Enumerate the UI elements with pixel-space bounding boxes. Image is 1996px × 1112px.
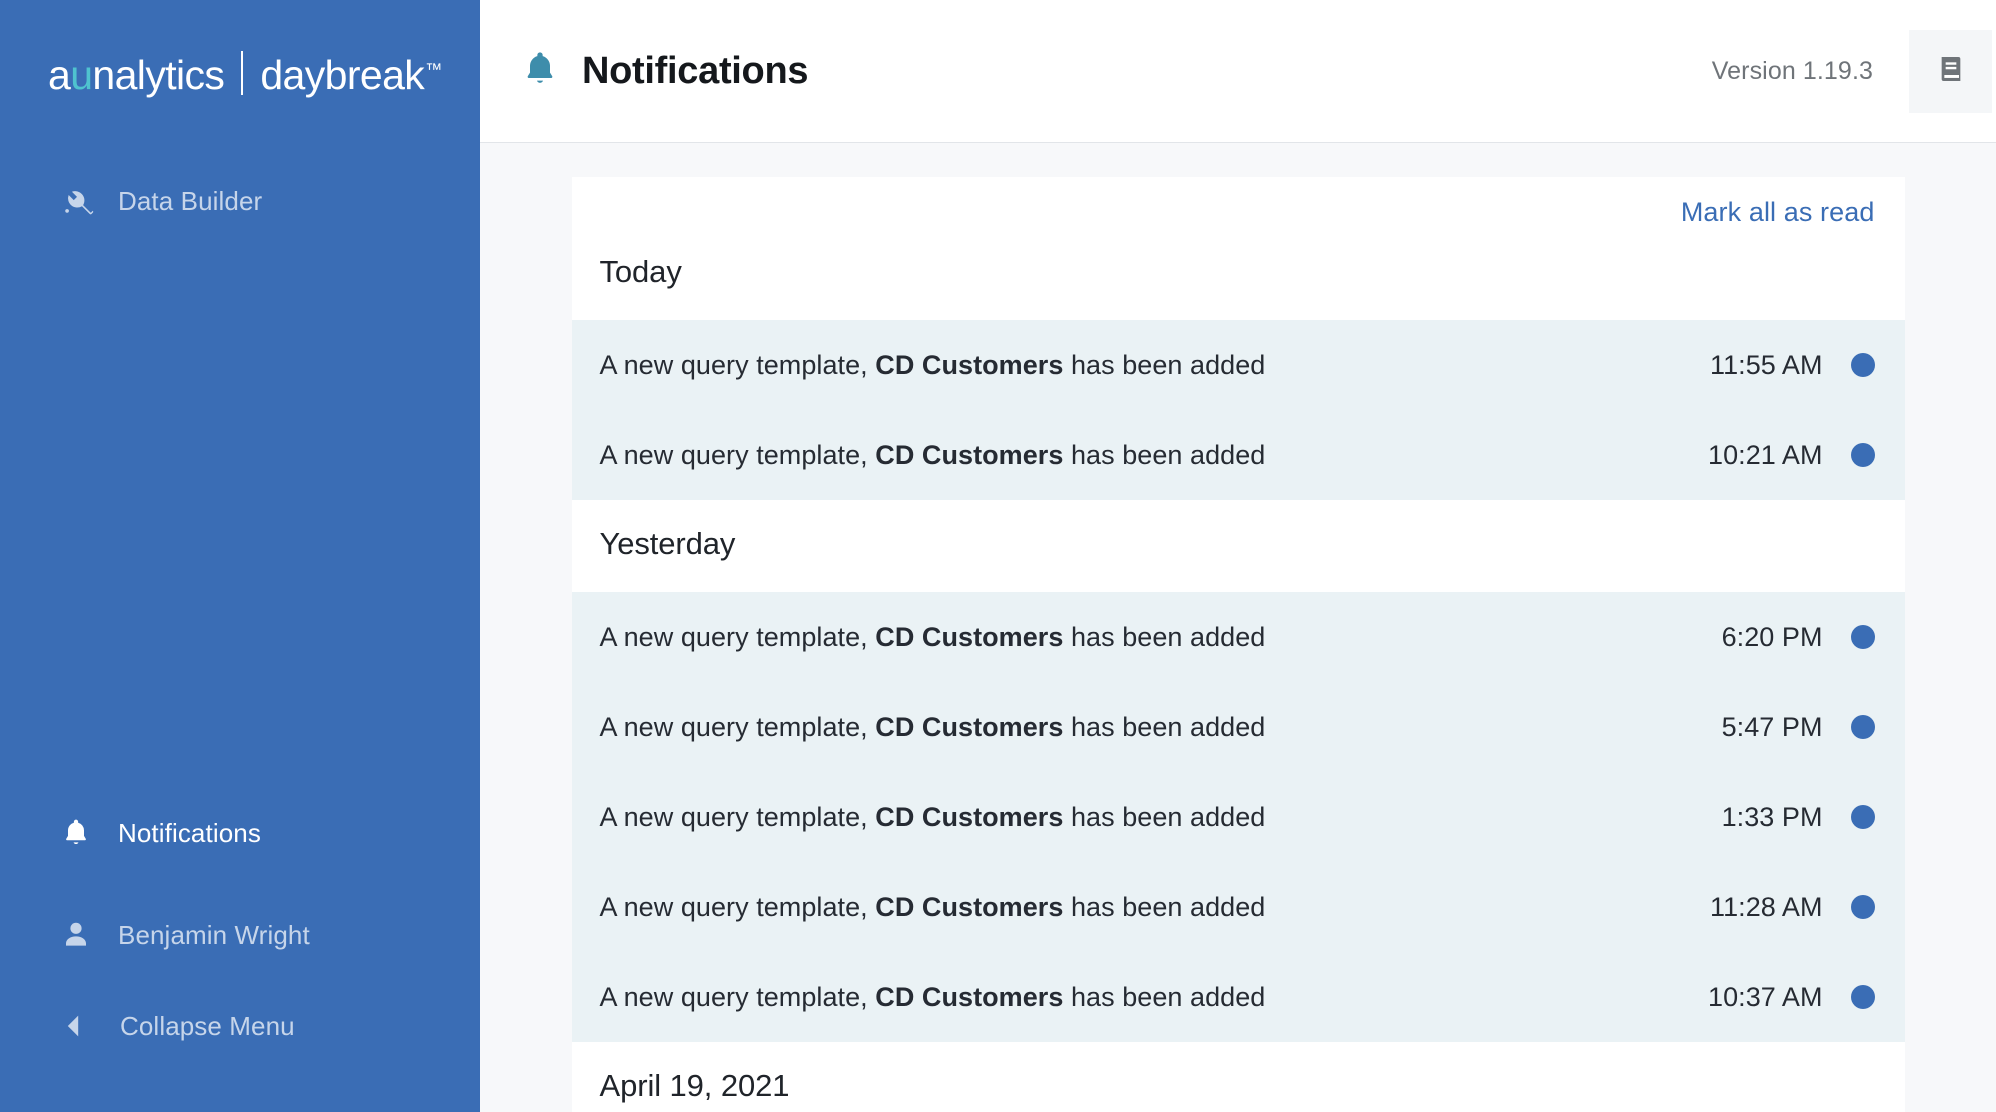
sidebar-item-label: Notifications	[118, 817, 261, 848]
brand-u: u	[70, 51, 93, 98]
sidebar-nav-bottom: Notifications Benjamin Wright Collapse M…	[0, 782, 480, 1066]
book-icon	[1935, 52, 1967, 91]
notification-time: 6:20 PM	[1721, 621, 1823, 652]
notification-message-suffix: has been added	[1063, 439, 1266, 470]
notifications-card: Mark all as read Today A new query templ…	[571, 177, 1905, 1112]
unread-indicator-dot[interactable]	[1850, 895, 1875, 919]
notification-row-meta: 10:37 AM	[1708, 981, 1875, 1013]
notification-message-prefix: A new query template,	[599, 801, 876, 832]
notification-message-prefix: A new query template,	[599, 621, 876, 652]
notification-time: 11:28 AM	[1710, 891, 1823, 922]
notification-message-prefix: A new query template,	[599, 439, 876, 470]
sidebar-nav-top: Data Builder	[0, 165, 480, 237]
notifications-card-header: Mark all as read	[571, 177, 1905, 228]
notification-message-emphasis: CD Customers	[875, 349, 1064, 380]
user-icon	[60, 918, 100, 952]
notification-message-prefix: A new query template,	[599, 981, 876, 1012]
notification-message: A new query template, CD Customers has b…	[600, 802, 1266, 833]
notification-row[interactable]: A new query template, CD Customers has b…	[571, 862, 1905, 952]
documentation-button[interactable]	[1909, 29, 1992, 113]
notification-row-meta: 1:33 PM	[1722, 802, 1875, 833]
notification-time: 10:21 AM	[1708, 439, 1823, 470]
notification-time: 11:55 AM	[1710, 349, 1823, 380]
notification-row[interactable]: A new query template, CD Customers has b…	[571, 592, 1905, 682]
page-title: Notifications	[582, 49, 809, 92]
sidebar-item-label: Collapse Menu	[120, 1010, 295, 1041]
notification-message-suffix: has been added	[1063, 711, 1266, 742]
bell-icon	[520, 48, 560, 95]
brand-nalytics: nalytics	[92, 51, 225, 98]
wrench-icon	[60, 184, 100, 218]
notification-time: 10:37 AM	[1708, 981, 1823, 1012]
notification-row[interactable]: A new query template, CD Customers has b…	[571, 320, 1905, 410]
notification-time: 5:47 PM	[1721, 711, 1823, 742]
content-area: Mark all as read Today A new query templ…	[480, 143, 1996, 1112]
sidebar: a u nalytics daybreak ™ Data Builder Not…	[0, 0, 480, 1112]
bell-icon	[60, 816, 100, 850]
app-root: a u nalytics daybreak ™ Data Builder Not…	[0, 0, 1996, 1112]
notification-message: A new query template, CD Customers has b…	[600, 622, 1266, 653]
notification-row-meta: 10:21 AM	[1708, 439, 1875, 471]
chevron-left-icon	[62, 1013, 102, 1039]
notification-group-rows: A new query template, CD Customers has b…	[571, 320, 1905, 500]
notification-message-prefix: A new query template,	[599, 711, 876, 742]
notification-group-title: Today	[571, 228, 1905, 320]
notification-message-prefix: A new query template,	[599, 349, 876, 380]
sidebar-item-label: Data Builder	[118, 185, 263, 216]
notification-message: A new query template, CD Customers has b…	[600, 712, 1266, 743]
unread-indicator-dot[interactable]	[1850, 715, 1875, 739]
notification-group-title: April 19, 2021	[571, 1042, 1905, 1112]
notification-row[interactable]: A new query template, CD Customers has b…	[571, 682, 1905, 772]
notification-group-rows: A new query template, CD Customers has b…	[571, 592, 1905, 1042]
notification-row[interactable]: A new query template, CD Customers has b…	[571, 952, 1905, 1042]
brand-trademark: ™	[425, 59, 442, 79]
notification-row[interactable]: A new query template, CD Customers has b…	[571, 410, 1905, 500]
notification-message: A new query template, CD Customers has b…	[600, 350, 1266, 381]
notification-message: A new query template, CD Customers has b…	[600, 440, 1266, 471]
sidebar-item-user-profile[interactable]: Benjamin Wright	[0, 884, 480, 986]
notification-message-suffix: has been added	[1063, 801, 1266, 832]
unread-indicator-dot[interactable]	[1850, 985, 1875, 1009]
notification-row[interactable]: A new query template, CD Customers has b…	[571, 772, 1905, 862]
notification-message-suffix: has been added	[1063, 349, 1266, 380]
notification-message-emphasis: CD Customers	[875, 981, 1064, 1012]
mark-all-as-read-button[interactable]: Mark all as read	[1681, 197, 1875, 228]
brand-daybreak: daybreak	[260, 51, 425, 98]
unread-indicator-dot[interactable]	[1850, 353, 1875, 377]
unread-indicator-dot[interactable]	[1850, 625, 1875, 649]
version-label: Version 1.19.3	[1711, 56, 1873, 85]
notification-row-meta: 6:20 PM	[1722, 622, 1875, 653]
unread-indicator-dot[interactable]	[1850, 443, 1875, 467]
top-bar-right: Version 1.19.3	[1712, 0, 1996, 142]
notification-row-meta: 11:55 AM	[1710, 349, 1875, 381]
notification-message: A new query template, CD Customers has b…	[600, 982, 1266, 1013]
notification-row-meta: 11:28 AM	[1710, 891, 1875, 923]
notification-message-emphasis: CD Customers	[875, 439, 1064, 470]
notification-row-meta: 5:47 PM	[1722, 712, 1875, 743]
brand-divider	[241, 50, 244, 95]
top-bar: Notifications Version 1.19.3	[480, 0, 1996, 143]
notification-message-emphasis: CD Customers	[875, 801, 1064, 832]
notification-message-suffix: has been added	[1063, 621, 1266, 652]
sidebar-item-label: Benjamin Wright	[118, 919, 310, 950]
sidebar-item-data-builder[interactable]: Data Builder	[0, 165, 480, 237]
notification-message-emphasis: CD Customers	[875, 891, 1064, 922]
notification-message-prefix: A new query template,	[599, 891, 876, 922]
sidebar-item-collapse-menu[interactable]: Collapse Menu	[0, 986, 480, 1066]
main-area: Notifications Version 1.19.3 Mark all as…	[480, 0, 1996, 1112]
notification-time: 1:33 PM	[1721, 801, 1823, 832]
notification-message-suffix: has been added	[1063, 981, 1266, 1012]
page-heading: Notifications	[520, 48, 809, 95]
unread-indicator-dot[interactable]	[1850, 805, 1875, 829]
notification-message: A new query template, CD Customers has b…	[600, 892, 1266, 923]
notification-message-emphasis: CD Customers	[875, 621, 1064, 652]
brand-logo-text: a u nalytics daybreak ™	[48, 45, 442, 99]
sidebar-item-notifications[interactable]: Notifications	[0, 782, 480, 884]
notification-message-suffix: has been added	[1063, 891, 1266, 922]
notification-message-emphasis: CD Customers	[875, 711, 1064, 742]
notification-group-title: Yesterday	[571, 500, 1905, 592]
brand-logo[interactable]: a u nalytics daybreak ™	[0, 0, 480, 143]
brand-a: a	[48, 51, 71, 98]
